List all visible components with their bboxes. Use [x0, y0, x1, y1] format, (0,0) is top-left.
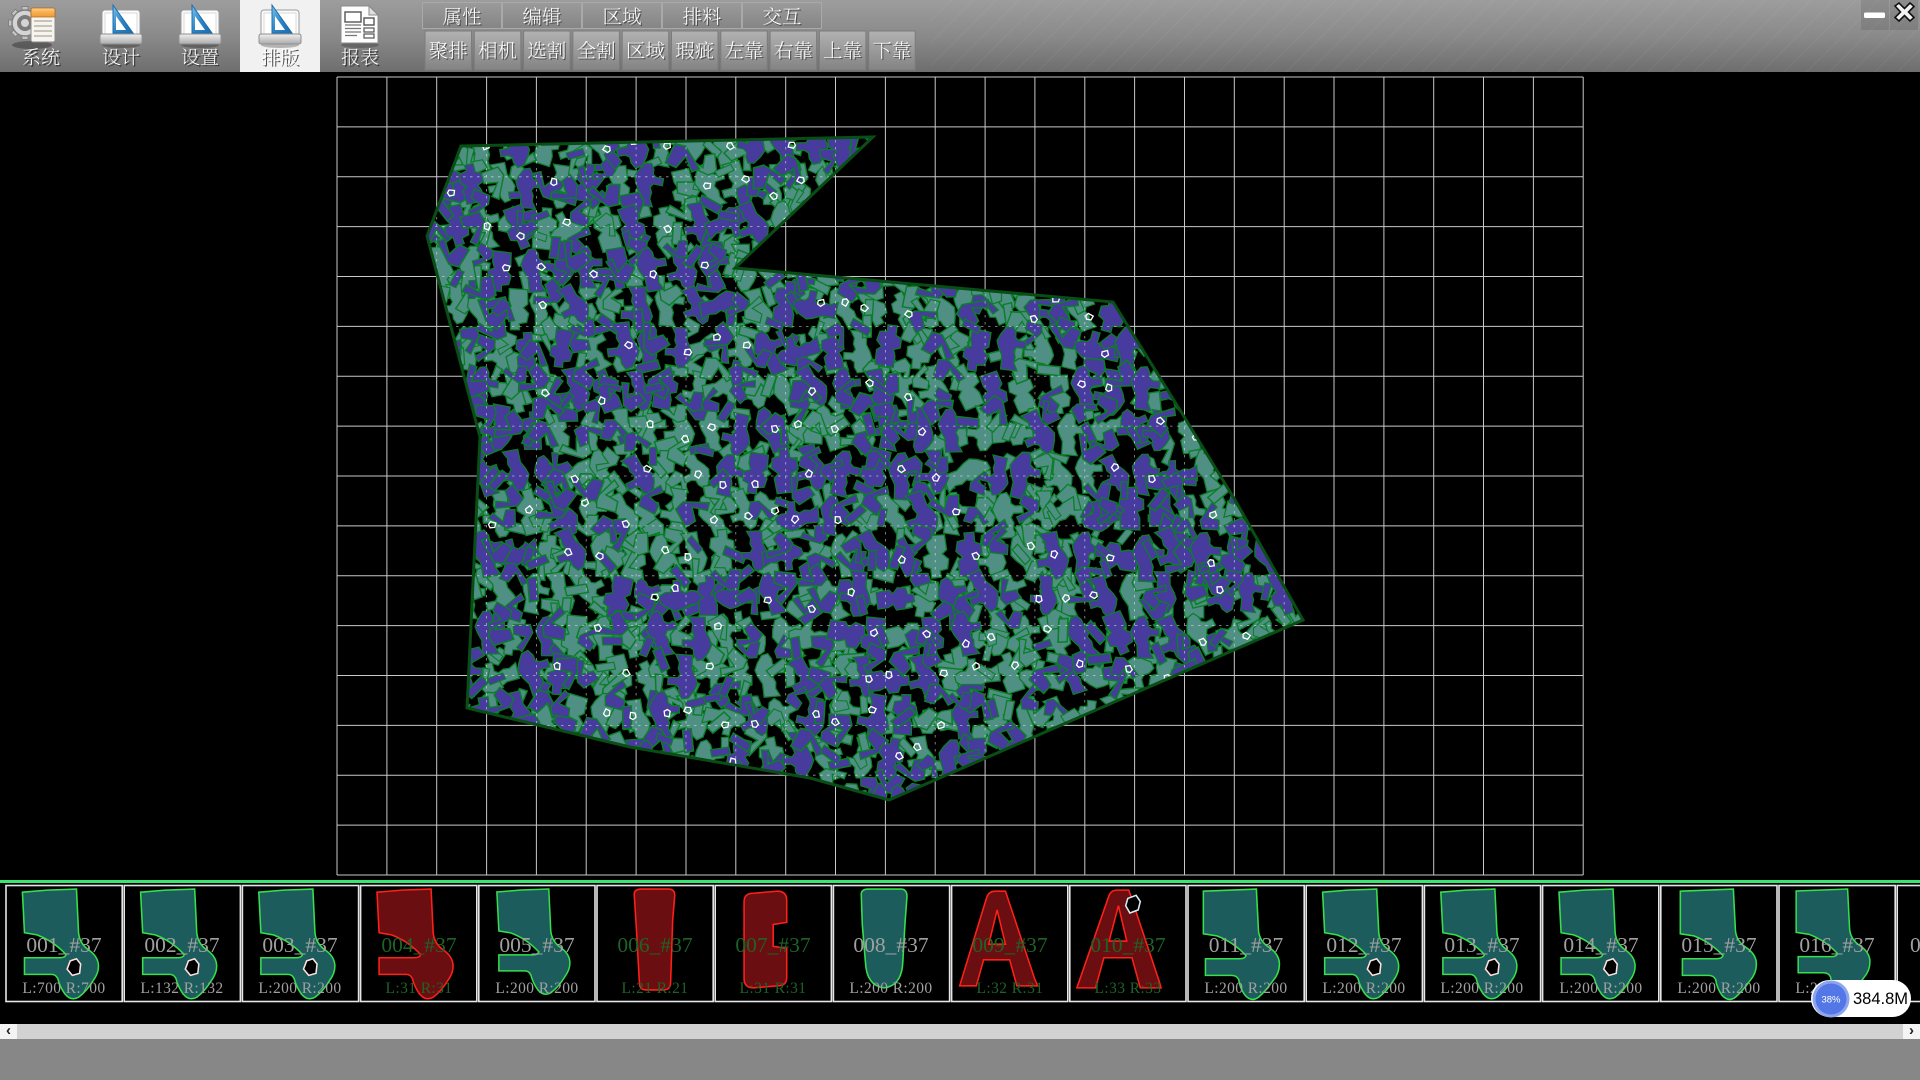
svg-text:L:31 R:31: L:31 R:31 — [386, 980, 453, 997]
svg-text:006_#37: 006_#37 — [617, 933, 693, 957]
svg-text:L:200 R:200: L:200 R:200 — [1440, 980, 1523, 997]
svg-text:004_#37: 004_#37 — [381, 933, 457, 957]
svg-text:011_#37: 011_#37 — [1209, 933, 1284, 957]
svg-text:013_#37: 013_#37 — [1444, 933, 1520, 957]
svg-text:007_#37: 007_#37 — [735, 933, 811, 957]
svg-text:L:200 R:200: L:200 R:200 — [495, 980, 578, 997]
svg-text:L:200 R:200: L:200 R:200 — [1677, 980, 1760, 997]
svg-text:003_#37: 003_#37 — [262, 933, 338, 957]
svg-text:L:31 R:31: L:31 R:31 — [740, 980, 807, 997]
svg-text:L:21 R:21: L:21 R:21 — [622, 980, 689, 997]
svg-text:005_#37: 005_#37 — [499, 933, 575, 957]
svg-text:001_#37: 001_#37 — [26, 933, 102, 957]
svg-text:002_#37: 002_#37 — [144, 933, 220, 957]
svg-text:016_#37: 016_#37 — [1799, 933, 1875, 957]
svg-text:012_#37: 012_#37 — [1326, 933, 1402, 957]
svg-text:0: 0 — [1910, 933, 1920, 957]
svg-text:L:200 R:200: L:200 R:200 — [258, 980, 341, 997]
svg-text:L:33 R:33: L:33 R:33 — [1095, 980, 1162, 997]
svg-text:015_#37: 015_#37 — [1681, 933, 1757, 957]
svg-text:L:200 R:200: L:200 R:200 — [1204, 980, 1287, 997]
svg-text:38%: 38% — [1821, 995, 1841, 1006]
svg-text:014_#37: 014_#37 — [1563, 933, 1639, 957]
svg-text:L:700 R:700: L:700 R:700 — [22, 980, 105, 997]
svg-text:L:132 R:132: L:132 R:132 — [140, 980, 223, 997]
svg-text:L:32 R:31: L:32 R:31 — [977, 980, 1044, 997]
svg-text:010_#37: 010_#37 — [1090, 933, 1166, 957]
svg-text:L:200 R:200: L:200 R:200 — [849, 980, 932, 997]
svg-text:L:200 R:200: L:200 R:200 — [1559, 980, 1642, 997]
svg-text:008_#37: 008_#37 — [853, 933, 929, 957]
svg-text:L:200 R:200: L:200 R:200 — [1322, 980, 1405, 997]
svg-text:009_#37: 009_#37 — [972, 933, 1048, 957]
